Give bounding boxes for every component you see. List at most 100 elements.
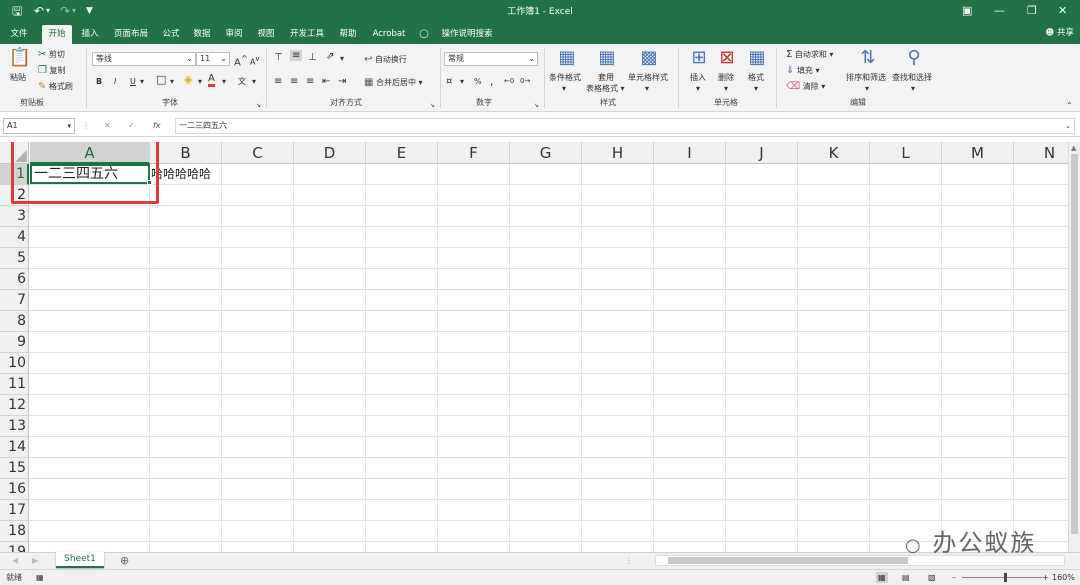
tab-developer[interactable]: 开发工具 — [284, 25, 330, 44]
cell-styles-icon[interactable]: ▩ — [637, 48, 661, 68]
row-header-12[interactable]: 12 — [0, 395, 29, 416]
find-select-icon[interactable]: ⚲ — [902, 48, 926, 68]
sort-filter-icon[interactable]: ⇅ — [856, 48, 880, 68]
tab-acrobat[interactable]: Acrobat — [366, 25, 412, 44]
paste-icon[interactable]: 📋 — [8, 48, 32, 68]
column-header-m[interactable]: M — [942, 142, 1014, 164]
align-center-icon[interactable]: ≡ — [290, 76, 298, 87]
currency-icon[interactable]: ¤ — [446, 76, 452, 87]
currency-dropdown-icon[interactable]: ▾ — [460, 76, 464, 87]
row-header-9[interactable]: 9 — [0, 332, 29, 353]
page-break-view-icon[interactable]: ▧ — [928, 572, 936, 583]
conditional-format-dropdown-icon[interactable]: ▾ — [562, 83, 566, 94]
wrap-text-button[interactable]: ↩ 自动换行 — [364, 54, 407, 65]
tab-page-layout[interactable]: 页面布局 — [108, 25, 154, 44]
column-header-i[interactable]: I — [654, 142, 726, 164]
horizontal-scroll-thumb[interactable] — [668, 557, 908, 564]
border-icon[interactable]: □ — [156, 74, 166, 85]
font-color-dropdown-icon[interactable]: ▾ — [222, 76, 226, 87]
undo-dropdown-icon[interactable]: ▾ — [46, 3, 50, 19]
column-header-g[interactable]: G — [510, 142, 582, 164]
format-table-button[interactable]: 套用 — [598, 72, 614, 83]
row-header-19[interactable]: 19 — [0, 542, 29, 552]
column-header-k[interactable]: K — [798, 142, 870, 164]
cell-styles-button[interactable]: 单元格样式 — [628, 72, 668, 83]
dialog-launcher-icon[interactable]: ↘ — [534, 100, 539, 111]
scroll-up-icon[interactable]: ▲ — [1071, 144, 1076, 152]
delete-cells-icon[interactable]: ⊠ — [715, 48, 739, 68]
increase-decimal-icon[interactable]: ←0 — [504, 76, 514, 87]
format-dropdown-icon[interactable]: ▾ — [754, 83, 758, 94]
align-left-icon[interactable]: ≡ — [274, 76, 282, 87]
column-header-j[interactable]: J — [726, 142, 798, 164]
row-header-13[interactable]: 13 — [0, 416, 29, 437]
tab-data[interactable]: 数据 — [188, 25, 216, 44]
tell-me-search[interactable]: 操作说明搜索 — [434, 25, 500, 44]
row-header-15[interactable]: 15 — [0, 458, 29, 479]
format-cells-icon[interactable]: ▦ — [745, 48, 769, 68]
font-color-button[interactable]: A — [208, 74, 215, 87]
find-dropdown-icon[interactable]: ▾ — [911, 83, 915, 94]
font-size-select[interactable]: 11 ⌄ — [196, 52, 230, 66]
vertical-scroll-thumb[interactable] — [1071, 154, 1078, 534]
paste-button[interactable]: 粘贴 — [10, 72, 26, 83]
worksheet-grid[interactable]: ABCDEFGHIJKLMN 1 2 3 4 5 6 7 8 9 10 11 12 13 14 15 16 17… — [0, 142, 1068, 552]
zoom-out-icon[interactable]: – — [952, 572, 956, 583]
underline-button[interactable]: U — [130, 76, 136, 87]
row-header-18[interactable]: 18 — [0, 521, 29, 542]
redo-icon[interactable]: ↷ — [60, 3, 70, 19]
tab-file[interactable]: 文件 — [4, 25, 34, 44]
enter-icon[interactable]: ✓ — [128, 120, 135, 131]
prev-sheet-icon[interactable]: ◀ — [12, 555, 18, 566]
underline-dropdown-icon[interactable]: ▾ — [140, 76, 144, 87]
decrease-decimal-icon[interactable]: 0→ — [520, 76, 530, 87]
delete-cells-button[interactable]: 删除 — [718, 72, 734, 83]
close-icon[interactable]: ✕ — [1058, 3, 1067, 19]
column-header-h[interactable]: H — [582, 142, 654, 164]
grow-font-button[interactable]: A^ — [234, 53, 248, 68]
ribbon-display-icon[interactable]: ▣ — [962, 3, 972, 19]
zoom-level[interactable]: 160% — [1052, 572, 1075, 583]
sort-dropdown-icon[interactable]: ▾ — [865, 83, 869, 94]
cut-button[interactable]: ✂ 剪切 — [38, 49, 65, 60]
insert-cells-icon[interactable]: ⊞ — [687, 48, 711, 68]
copy-button[interactable]: ❐ 复制 — [38, 65, 66, 76]
phonetic-dropdown-icon[interactable]: ▾ — [252, 76, 256, 87]
orientation-icon[interactable]: ⇗ — [326, 51, 334, 62]
vertical-scrollbar[interactable]: ▲ — [1068, 142, 1080, 552]
row-header-17[interactable]: 17 — [0, 500, 29, 521]
sort-filter-button[interactable]: 排序和筛选 — [846, 72, 886, 83]
cell-B1-value[interactable]: 哈哈哈哈哈 — [151, 164, 211, 184]
row-header-4[interactable]: 4 — [0, 227, 29, 248]
column-header-f[interactable]: F — [438, 142, 510, 164]
dialog-launcher-icon[interactable]: ↘ — [430, 100, 435, 111]
shrink-font-button[interactable]: Av — [250, 54, 259, 68]
delete-dropdown-icon[interactable]: ▾ — [724, 83, 728, 94]
row-header-8[interactable]: 8 — [0, 311, 29, 332]
comma-button[interactable]: , — [490, 76, 494, 87]
format-table-icon[interactable]: ▦ — [595, 48, 619, 68]
format-table-button-line2[interactable]: 表格格式 ▾ — [586, 83, 625, 94]
share-button[interactable]: ☻ 共享 — [1045, 26, 1074, 38]
cancel-icon[interactable]: ✕ — [104, 120, 111, 131]
column-header-l[interactable]: L — [870, 142, 942, 164]
zoom-slider-thumb[interactable] — [1004, 573, 1007, 582]
formula-input[interactable]: 一二三四五六 ⌄ — [175, 118, 1075, 134]
add-sheet-icon[interactable]: ⊕ — [120, 555, 129, 566]
align-right-icon[interactable]: ≡ — [306, 76, 314, 87]
align-bottom-icon[interactable]: ⊥ — [308, 52, 317, 63]
insert-cells-button[interactable]: 插入 — [690, 72, 706, 83]
redo-dropdown-icon[interactable]: ▾ — [72, 3, 76, 19]
column-header-e[interactable]: E — [366, 142, 438, 164]
tab-review[interactable]: 审阅 — [220, 25, 248, 44]
row-header-16[interactable]: 16 — [0, 479, 29, 500]
border-dropdown-icon[interactable]: ▾ — [170, 76, 174, 87]
row-header-7[interactable]: 7 — [0, 290, 29, 311]
row-header-14[interactable]: 14 — [0, 437, 29, 458]
row-header-6[interactable]: 6 — [0, 269, 29, 290]
decrease-indent-icon[interactable]: ⇤ — [322, 76, 330, 87]
restore-icon[interactable]: ❐ — [1027, 3, 1037, 19]
format-cells-button[interactable]: 格式 — [748, 72, 764, 83]
phonetic-button[interactable]: 文 — [238, 76, 246, 87]
cell-styles-dropdown-icon[interactable]: ▾ — [645, 83, 649, 94]
